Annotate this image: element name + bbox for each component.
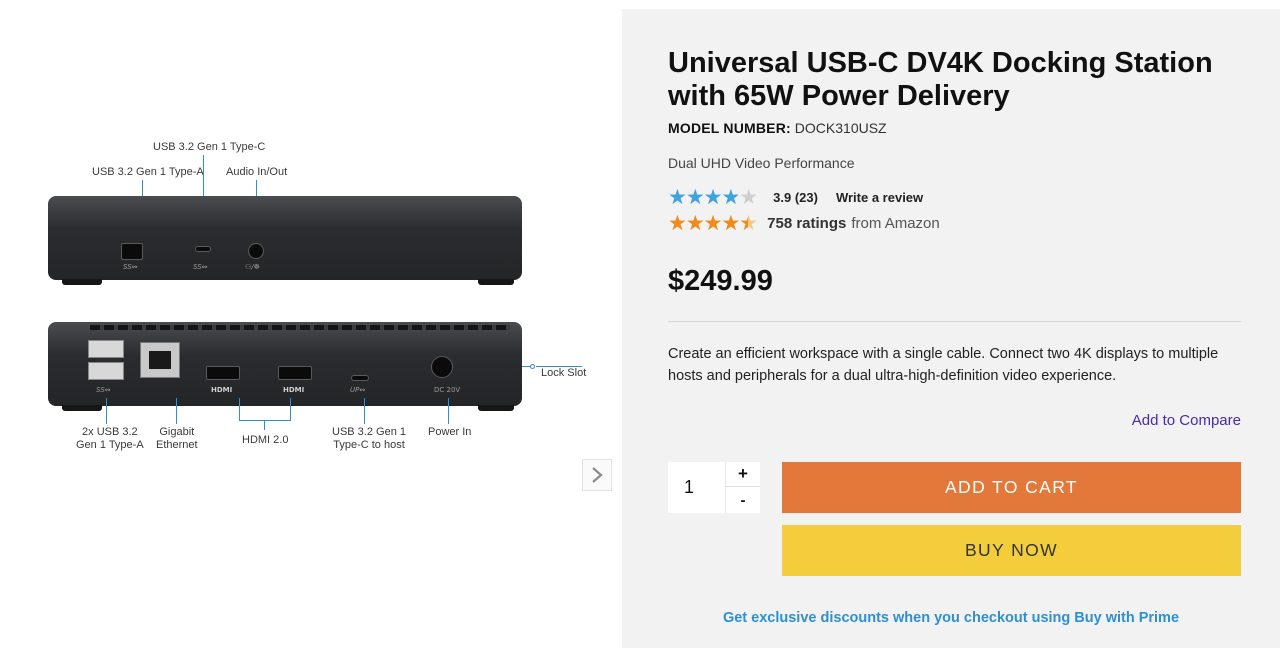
leader-line [264, 420, 265, 430]
hdmi-label: HDMI [283, 386, 305, 394]
callout-line: USB 3.2 Gen 1 [332, 426, 406, 438]
dock-rear-view: SS↭ HDMI HDMI UP↭ DC 20V [48, 322, 522, 406]
rating-score[interactable]: 3.9 (23) [773, 190, 818, 205]
callout-usb-a-rear: 2x USB 3.2 Gen 1 Type-A [76, 426, 144, 452]
leader-line [176, 398, 177, 424]
callout-line: Gen 1 Type-A [76, 439, 144, 451]
callout-line: Gigabit [159, 426, 195, 438]
amazon-rating: ★★★★★ ★★★★★ 758 ratings from Amazon [668, 212, 940, 234]
quantity-input[interactable] [668, 462, 724, 513]
ss-label: SS↭ [96, 386, 111, 394]
star-filled-icon: ★★★★★ [668, 186, 738, 208]
dock-foot [62, 279, 102, 285]
product-page: USB 3.2 Gen 1 Type-C USB 3.2 Gen 1 Type-… [0, 0, 1280, 648]
ss-label: SS↭ [193, 263, 208, 271]
amazon-rating-count: 758 ratings [767, 214, 847, 232]
site-rating: ★★★★★ ★★★★★ 3.9 (23) Write a review [668, 186, 923, 208]
product-subtitle: Dual UHD Video Performance [668, 155, 855, 171]
leader-line [364, 398, 365, 424]
callout-line: Ethernet [156, 439, 198, 451]
leader-dot [530, 364, 535, 369]
amazon-stars-icon: ★★★★★ ★★★★★ [668, 212, 758, 234]
product-info-panel: Universal USB-C DV4K Docking Station wit… [622, 9, 1280, 648]
add-to-cart-button[interactable]: ADD TO CART [782, 462, 1241, 513]
hdmi-label: HDMI [211, 386, 233, 394]
callout-usb-c-host: USB 3.2 Gen 1 Type-C to host [332, 426, 406, 452]
up-label: UP↭ [350, 386, 366, 394]
callout-line: 2x USB 3.2 [82, 426, 138, 438]
usb-a-port-icon [88, 362, 124, 380]
model-number-value: DOCK310USZ [794, 120, 887, 136]
model-number-label: MODEL NUMBER: [668, 120, 791, 136]
leader-line [448, 398, 449, 424]
callout-usb-a-front: USB 3.2 Gen 1 Type-A [92, 166, 204, 178]
leader-line [239, 420, 291, 421]
usb-c-port-icon [351, 375, 369, 381]
callout-lock-slot: Lock Slot [541, 367, 587, 379]
rating-stars-icon[interactable]: ★★★★★ ★★★★★ [668, 186, 758, 208]
hdmi-port-icon [206, 366, 240, 380]
audio-jack-icon [248, 243, 264, 259]
quantity-stepper: + - [668, 462, 760, 513]
leader-line [106, 398, 107, 424]
product-price: $249.99 [668, 265, 773, 297]
callout-ethernet: Gigabit Ethernet [156, 426, 198, 452]
gallery-next-button[interactable] [582, 459, 612, 491]
callout-usb-c-front: USB 3.2 Gen 1 Type-C [153, 141, 266, 153]
hdmi-port-icon [278, 366, 312, 380]
dock-front-view: SS↭ SS↭ ⚇/☸ [48, 196, 522, 280]
amazon-source-label: from Amazon [851, 214, 940, 232]
vent-grille [90, 325, 510, 330]
quantity-increase-button[interactable]: + [726, 462, 760, 487]
quantity-decrease-button[interactable]: - [726, 488, 760, 513]
leader-line [290, 398, 291, 420]
audio-label: ⚇/☸ [245, 263, 260, 271]
chevron-right-icon [592, 467, 603, 483]
write-review-link[interactable]: Write a review [836, 190, 923, 205]
add-to-compare-link[interactable]: Add to Compare [1132, 412, 1241, 429]
product-description: Create an efficient workspace with a sin… [668, 346, 1219, 384]
buy-now-button[interactable]: BUY NOW [782, 525, 1241, 576]
product-title: Universal USB-C DV4K Docking Station wit… [668, 47, 1213, 112]
callout-hdmi: HDMI 2.0 [242, 434, 289, 446]
model-number: MODEL NUMBER: DOCK310USZ [668, 120, 887, 136]
usb-a-port-icon [121, 243, 143, 260]
dc-power-port-icon [431, 356, 453, 378]
dock-foot [478, 405, 514, 411]
product-image-gallery: USB 3.2 Gen 1 Type-C USB 3.2 Gen 1 Type-… [0, 0, 622, 648]
dock-foot [478, 279, 514, 285]
usb-a-port-icon [88, 340, 124, 358]
usb-c-port-icon [195, 246, 211, 252]
callout-audio: Audio In/Out [226, 166, 288, 178]
divider [668, 321, 1241, 322]
ss-label: SS↭ [123, 263, 138, 271]
buy-with-prime-link[interactable]: Get exclusive discounts when you checkou… [622, 610, 1280, 626]
callout-power-in: Power In [428, 426, 472, 438]
callout-line: Type-C to host [333, 439, 405, 451]
star-filled-icon: ★★★★★ [668, 212, 748, 234]
dc-label: DC 20V [434, 386, 461, 394]
leader-line [239, 398, 240, 420]
dock-foot [62, 405, 102, 411]
ethernet-port-icon [140, 342, 180, 378]
